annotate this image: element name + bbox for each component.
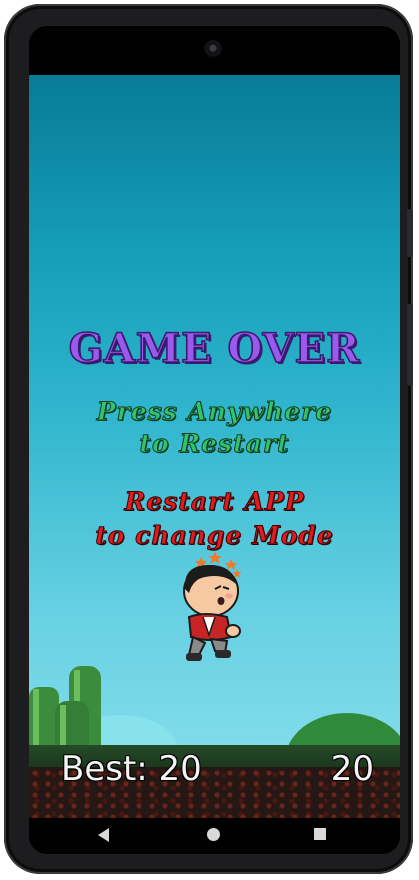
restart-prompt-line2: to Restart — [139, 429, 290, 459]
mode-hint-line2: to change Mode — [95, 521, 334, 551]
game-over-title: GAME OVER — [68, 324, 361, 373]
best-score: Best: 20 — [61, 749, 202, 789]
player-character-dizzy — [183, 551, 242, 661]
back-icon[interactable] — [98, 828, 109, 842]
android-nav-bar — [29, 818, 400, 854]
restart-prompt-line1: Press Anywhere — [96, 397, 333, 427]
shoe-left — [186, 653, 202, 661]
power-button — [407, 304, 413, 386]
shoe-right — [215, 650, 231, 658]
game-canvas[interactable]: GAME OVER Press Anywhere to Restart Rest… — [29, 75, 400, 818]
restart-prompt: Press Anywhere to Restart — [29, 396, 400, 460]
volume-button — [407, 209, 413, 257]
pipe-icon — [69, 666, 101, 756]
mouth — [217, 597, 225, 605]
fist — [225, 624, 241, 638]
current-score: 20 — [330, 749, 374, 789]
recents-icon[interactable] — [314, 828, 326, 840]
front-camera-icon — [204, 40, 222, 58]
home-icon[interactable] — [207, 828, 220, 841]
phone-frame: GAME OVER Press Anywhere to Restart Rest… — [4, 4, 413, 874]
mode-hint-line1: Restart APP — [124, 487, 305, 517]
mode-hint: Restart APP to change Mode — [29, 485, 400, 553]
screen: GAME OVER Press Anywhere to Restart Rest… — [29, 26, 400, 854]
